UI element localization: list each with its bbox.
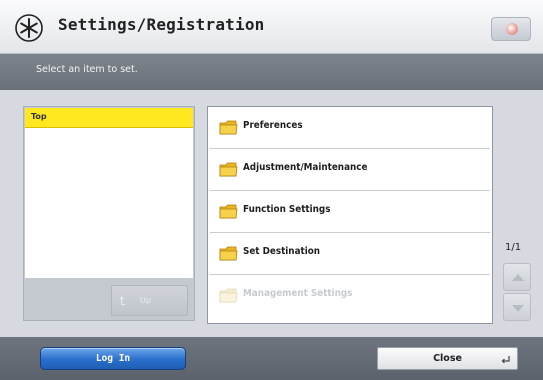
up-button-label: Up	[140, 296, 151, 305]
hierarchy-item-top[interactable]: Top	[25, 108, 193, 128]
list-item-management-settings: Management Settings	[210, 276, 490, 317]
settings-asterisk-icon	[15, 14, 43, 42]
close-label: Close	[433, 353, 462, 364]
hierarchy-list: Top	[25, 108, 193, 278]
list-item-preferences[interactable]: Preferences	[210, 108, 490, 149]
page-indicator: 1/1	[505, 242, 522, 253]
list-item-label: Management Settings	[243, 288, 353, 299]
status-monitor-button[interactable]	[491, 17, 531, 41]
page-title: Settings/Registration	[58, 15, 265, 34]
scroll-down-button[interactable]	[503, 293, 531, 321]
footer-bar: Log In Close	[0, 337, 543, 380]
list-item-label: Preferences	[243, 120, 303, 131]
settings-registration-screen: Settings/Registration Select an item to …	[0, 0, 543, 380]
settings-list: Preferences Adjustment/Maintenance Funct…	[207, 106, 493, 324]
scroll-up-button[interactable]	[503, 263, 531, 291]
folder-icon	[219, 246, 238, 261]
folder-icon	[219, 204, 238, 219]
folder-icon	[219, 120, 238, 135]
up-arrow-icon: ⮤	[119, 294, 127, 308]
list-item-label: Set Destination	[243, 246, 321, 257]
main-area: Top ⮤ Up Preferences Adjustment/Maintena…	[0, 90, 543, 337]
close-button[interactable]: Close	[377, 347, 518, 370]
list-item-label: Adjustment/Maintenance	[243, 162, 368, 173]
return-arrow-icon	[501, 356, 510, 364]
title-bar: Settings/Registration	[0, 0, 543, 54]
hierarchy-item-label: Top	[31, 112, 47, 121]
instruction-bar: Select an item to set.	[0, 54, 543, 90]
folder-icon	[219, 162, 238, 177]
status-monitor-icon	[506, 23, 518, 35]
up-button[interactable]: ⮤ Up	[111, 285, 188, 316]
log-in-label: Log In	[95, 353, 131, 364]
folder-icon	[219, 288, 238, 303]
list-item-function-settings[interactable]: Function Settings	[210, 192, 490, 233]
list-item-label: Function Settings	[243, 204, 331, 215]
log-in-button[interactable]: Log In	[40, 347, 186, 370]
list-item-set-destination[interactable]: Set Destination	[210, 234, 490, 275]
instruction-text: Select an item to set.	[36, 64, 138, 75]
list-item-adjustment-maintenance[interactable]: Adjustment/Maintenance	[210, 150, 490, 191]
hierarchy-panel: Top ⮤ Up	[23, 106, 195, 321]
